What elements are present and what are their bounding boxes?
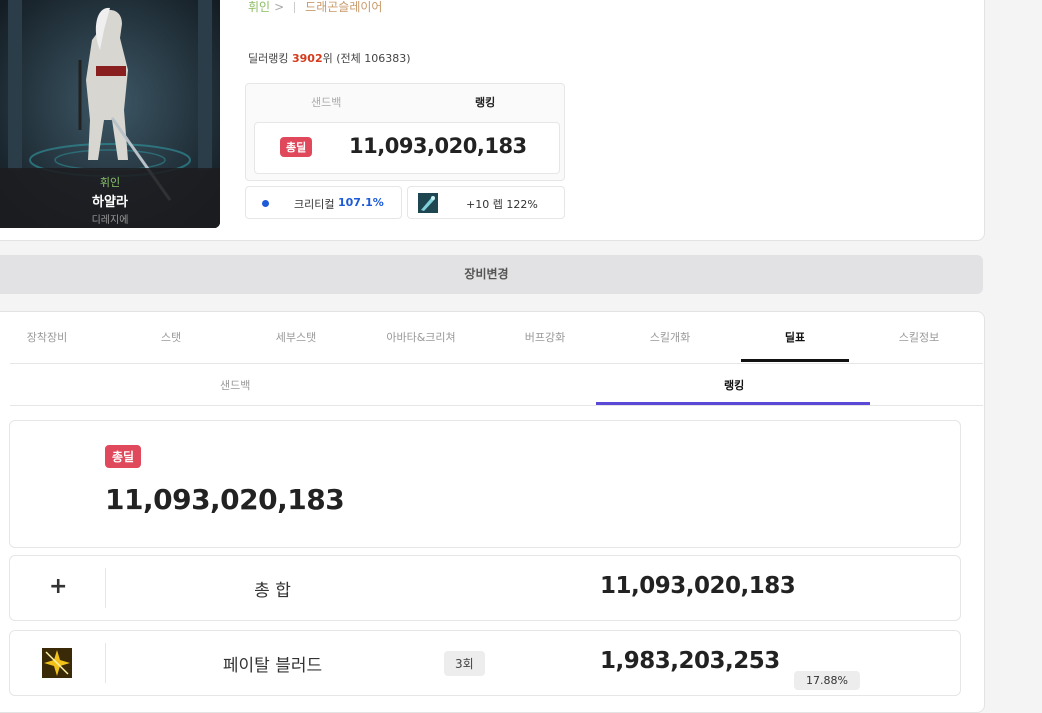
chevron-right-icon: >: [274, 0, 285, 14]
active-subtab-indicator: [596, 402, 870, 405]
mini-tab-ranking[interactable]: 랭킹: [475, 94, 495, 110]
breadcrumb-divider: [294, 2, 296, 13]
tab-detail-stats[interactable]: 세부스탯: [234, 329, 358, 345]
dealer-ranking: 딜러랭킹 3902위 (전체 106383): [248, 50, 411, 66]
character-portrait[interactable]: 휘인 하얄라 디레지에: [0, 0, 220, 228]
total-damage-value-large: 11,093,020,183: [105, 483, 345, 516]
active-tab-indicator: [741, 359, 849, 362]
breadcrumb: 휘인 > 드래곤슬레이어: [248, 0, 382, 15]
weapon-stat: +10 렙 122%: [407, 186, 565, 219]
tab-avatar-creature[interactable]: 아바타&크리쳐: [359, 329, 483, 345]
damage-summary-box: 샌드백 랭킹 총딜 11,093,020,183: [245, 83, 565, 181]
tab-skill-bloom[interactable]: 스킬개화: [608, 329, 732, 345]
tab-stats[interactable]: 스탯: [109, 329, 233, 345]
fatal-blood-skill-icon: [42, 648, 72, 678]
damage-row-skill[interactable]: 페이탈 블러드 3회 1,983,203,253 17.88%: [9, 630, 961, 696]
weapon-text: +10 렙 122%: [466, 198, 538, 211]
tab-equipment[interactable]: 장착장비: [0, 329, 109, 345]
subtab-ranking[interactable]: 랭킹: [724, 377, 744, 393]
equip-change-button[interactable]: 장비변경: [0, 255, 983, 294]
row-name: 페이탈 블러드: [222, 656, 323, 676]
ranking-prefix: 딜러랭킹: [248, 52, 289, 65]
character-name: 하얄라: [92, 195, 128, 210]
character-server: 디레지에: [91, 215, 129, 226]
total-damage-panel: 총딜 11,093,020,183: [254, 122, 560, 174]
row-icon-cell: [10, 643, 106, 683]
damage-share-badge: 17.88%: [794, 671, 860, 690]
total-damage-badge-large: 총딜: [105, 445, 142, 468]
character-job: 휘인: [99, 176, 121, 189]
breadcrumb-base-class[interactable]: 휘인: [248, 0, 270, 14]
breadcrumb-advancement[interactable]: 드래곤슬레이어: [305, 0, 382, 14]
main-tabs: 장착장비 스탯 세부스탯 아바타&크리쳐 버프강화 스킬개화 딜표 스킬정보: [10, 311, 983, 364]
tab-damage-table[interactable]: 딜표: [733, 329, 857, 345]
total-damage-value: 11,093,020,183: [349, 134, 527, 158]
subtab-sandbag[interactable]: 샌드백: [220, 377, 250, 393]
mini-tab-sandbag[interactable]: 샌드백: [311, 94, 341, 110]
crit-label: 크리티컬: [294, 198, 335, 211]
row-value: 1,983,203,253: [600, 648, 780, 674]
ranking-suffix: 위 (전체 106383): [322, 52, 411, 65]
character-info: 휘인 하얄라 디레지에: [0, 168, 220, 228]
plus-icon[interactable]: +: [49, 574, 67, 599]
total-damage-card: 총딜 11,093,020,183: [9, 420, 961, 548]
sub-tabs: 샌드백 랭킹: [10, 364, 983, 406]
weapon-icon: [418, 193, 438, 213]
row-value: 11,093,020,183: [600, 573, 796, 599]
row-name: 총 합: [254, 581, 291, 601]
total-damage-badge: 총딜: [280, 137, 313, 157]
dot-icon: [262, 200, 269, 207]
crit-value: 107.1%: [338, 196, 384, 209]
ranking-number: 3902: [291, 52, 323, 65]
crit-stat: 크리티컬 107.1%: [245, 186, 402, 219]
row-icon-cell: +: [10, 568, 106, 608]
damage-row-total[interactable]: + 총 합 11,093,020,183: [9, 555, 961, 621]
tab-skill-info[interactable]: 스킬정보: [857, 329, 981, 345]
hit-count-badge: 3회: [444, 651, 485, 676]
tab-buff-enhance[interactable]: 버프강화: [483, 329, 607, 345]
